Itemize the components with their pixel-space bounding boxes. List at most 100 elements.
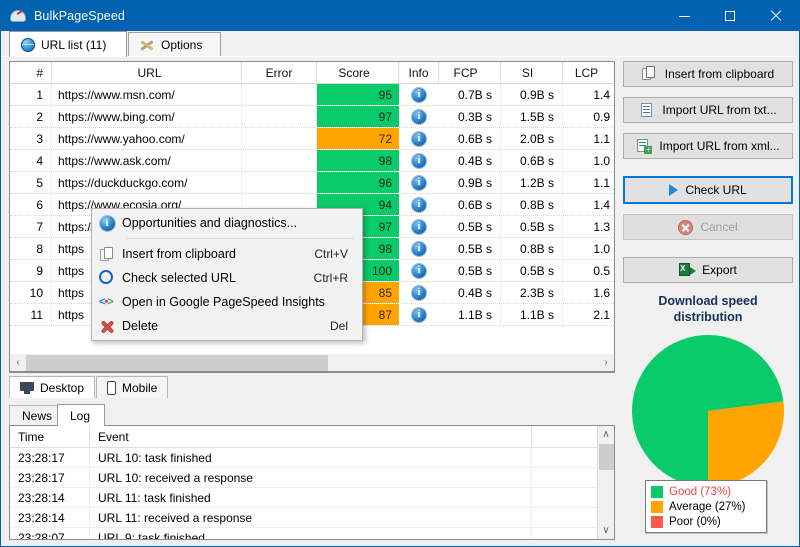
menu-item-open-pagespeed[interactable]: <•> Open in Google PageSpeed Insights xyxy=(92,290,362,314)
info-icon[interactable]: i xyxy=(412,286,426,300)
info-icon[interactable]: i xyxy=(412,220,426,234)
table-row[interactable]: 5https://duckduckgo.com/96i0.9B s1.2B s1… xyxy=(10,172,614,194)
cell-lcp: 0.5 xyxy=(563,260,613,281)
info-icon[interactable]: i xyxy=(412,132,426,146)
column-header-si[interactable]: SI xyxy=(501,62,563,84)
cell-info[interactable]: i xyxy=(399,282,439,303)
main-tabstrip: URL list (11) Options xyxy=(1,31,799,57)
cell-score: 72 xyxy=(317,128,399,149)
table-row[interactable]: 2https://www.bing.com/97i0.3B s1.5B s0.9 xyxy=(10,106,614,128)
import-url-txt-button[interactable]: Import URL from txt... xyxy=(623,97,793,123)
log-panel[interactable]: Time Event 23:28:17URL 10: task finished… xyxy=(9,425,615,540)
maximize-button[interactable] xyxy=(707,1,753,31)
legend-item-average: Average (27%) xyxy=(651,499,761,514)
cell-error xyxy=(242,106,317,127)
close-icon xyxy=(770,10,782,22)
table-horizontal-scrollbar[interactable]: ‹ › xyxy=(9,354,615,372)
log-column-event[interactable]: Event xyxy=(90,426,532,447)
table-row[interactable]: 3https://www.yahoo.com/72i0.6B s2.0B s1.… xyxy=(10,128,614,150)
scroll-up-arrow-icon[interactable]: ∧ xyxy=(598,426,614,443)
info-icon[interactable]: i xyxy=(412,308,426,322)
log-row[interactable]: 23:28:14URL 11: task finished xyxy=(10,488,614,508)
cell-info[interactable]: i xyxy=(399,194,439,215)
cell-info[interactable]: i xyxy=(399,84,439,105)
column-header-info[interactable]: Info xyxy=(399,62,439,84)
legend-swatch-poor xyxy=(651,516,663,528)
cell-info[interactable]: i xyxy=(399,172,439,193)
legend-label-good: Good (73%) xyxy=(669,486,731,498)
cell-si: 0.5B s xyxy=(501,260,563,281)
info-icon[interactable]: i xyxy=(412,242,426,256)
scroll-left-arrow-icon[interactable]: ‹ xyxy=(10,355,26,371)
context-menu[interactable]: i Opportunities and diagnostics... Inser… xyxy=(91,208,363,341)
tab-log[interactable]: Log xyxy=(57,404,105,426)
info-icon[interactable]: i xyxy=(412,264,426,278)
cell-info[interactable]: i xyxy=(399,238,439,259)
info-icon[interactable]: i xyxy=(412,110,426,124)
log-vertical-scrollbar[interactable]: ∧ ∨ xyxy=(597,426,614,539)
scroll-down-arrow-icon[interactable]: ∨ xyxy=(598,522,614,539)
cell-info[interactable]: i xyxy=(399,128,439,149)
menu-item-insert-clipboard[interactable]: Insert from clipboard Ctrl+V xyxy=(92,242,362,266)
cell-lcp: 1.1 xyxy=(563,128,613,149)
table-row[interactable]: 1https://www.msn.com/95i0.7B s0.9B s1.4 xyxy=(10,84,614,106)
info-icon[interactable]: i xyxy=(412,154,426,168)
cell-num: 9 xyxy=(10,260,52,281)
pie-chart-svg xyxy=(623,331,793,491)
window-title: BulkPageSpeed xyxy=(34,9,125,23)
log-cell-time: 23:28:14 xyxy=(10,508,90,527)
column-header-num[interactable]: # xyxy=(10,62,52,84)
cell-fcp: 0.5B s xyxy=(439,260,501,281)
menu-separator xyxy=(126,238,354,239)
tab-mobile[interactable]: Mobile xyxy=(96,376,168,398)
tab-desktop[interactable]: Desktop xyxy=(9,376,95,398)
cell-lcp: 1.1 xyxy=(563,172,613,193)
column-header-error[interactable]: Error xyxy=(242,62,317,84)
menu-item-delete[interactable]: Delete Del xyxy=(92,314,362,338)
log-scrollbar-thumb[interactable] xyxy=(599,444,614,470)
column-header-lcp[interactable]: LCP xyxy=(563,62,613,84)
cell-info[interactable]: i xyxy=(399,304,439,325)
refresh-icon xyxy=(92,270,122,286)
minimize-button[interactable] xyxy=(661,1,707,31)
cell-error xyxy=(242,150,317,171)
log-row[interactable]: 23:28:17URL 10: task finished xyxy=(10,448,614,468)
column-header-score[interactable]: Score xyxy=(317,62,399,84)
export-button[interactable]: X Export xyxy=(623,257,793,283)
xml-file-icon: + xyxy=(636,138,652,154)
info-icon[interactable]: i xyxy=(412,88,426,102)
log-row[interactable]: 23:28:07URL 9: task finished xyxy=(10,528,614,540)
log-row[interactable]: 23:28:14URL 11: received a response xyxy=(10,508,614,528)
close-button[interactable] xyxy=(753,1,799,31)
scrollbar-thumb[interactable] xyxy=(26,355,328,371)
scroll-right-arrow-icon[interactable]: › xyxy=(598,355,614,371)
info-icon[interactable]: i xyxy=(412,198,426,212)
import-url-xml-button[interactable]: + Import URL from xml... xyxy=(623,133,793,159)
tab-url-list[interactable]: URL list (11) xyxy=(9,31,127,57)
clipboard-icon xyxy=(92,247,122,262)
log-column-time[interactable]: Time xyxy=(10,426,90,447)
check-url-label: Check URL xyxy=(685,183,746,197)
cell-info[interactable]: i xyxy=(399,106,439,127)
tab-news[interactable]: News xyxy=(9,405,64,426)
scrollbar-track[interactable] xyxy=(26,355,598,371)
cell-info[interactable]: i xyxy=(399,150,439,171)
cell-info[interactable]: i xyxy=(399,260,439,281)
menu-item-opportunities[interactable]: i Opportunities and diagnostics... xyxy=(92,211,362,235)
window-controls xyxy=(661,1,799,31)
table-row[interactable]: 4https://www.ask.com/98i0.4B s0.6B s1.0 xyxy=(10,150,614,172)
cell-fcp: 0.9B s xyxy=(439,172,501,193)
insert-from-clipboard-button[interactable]: Insert from clipboard xyxy=(623,61,793,87)
check-url-button[interactable]: Check URL xyxy=(623,176,793,204)
cell-fcp: 0.6B s xyxy=(439,194,501,215)
tab-options[interactable]: Options xyxy=(128,32,221,57)
column-header-fcp[interactable]: FCP xyxy=(439,62,501,84)
minimize-icon xyxy=(679,16,690,17)
menu-item-check-selected[interactable]: Check selected URL Ctrl+R xyxy=(92,266,362,290)
info-icon[interactable]: i xyxy=(412,176,426,190)
column-header-url[interactable]: URL xyxy=(52,62,242,84)
log-row[interactable]: 23:28:17URL 10: received a response xyxy=(10,468,614,488)
cell-lcp: 1.3 xyxy=(563,216,613,237)
cell-info[interactable]: i xyxy=(399,216,439,237)
code-icon: <•> xyxy=(92,296,122,308)
